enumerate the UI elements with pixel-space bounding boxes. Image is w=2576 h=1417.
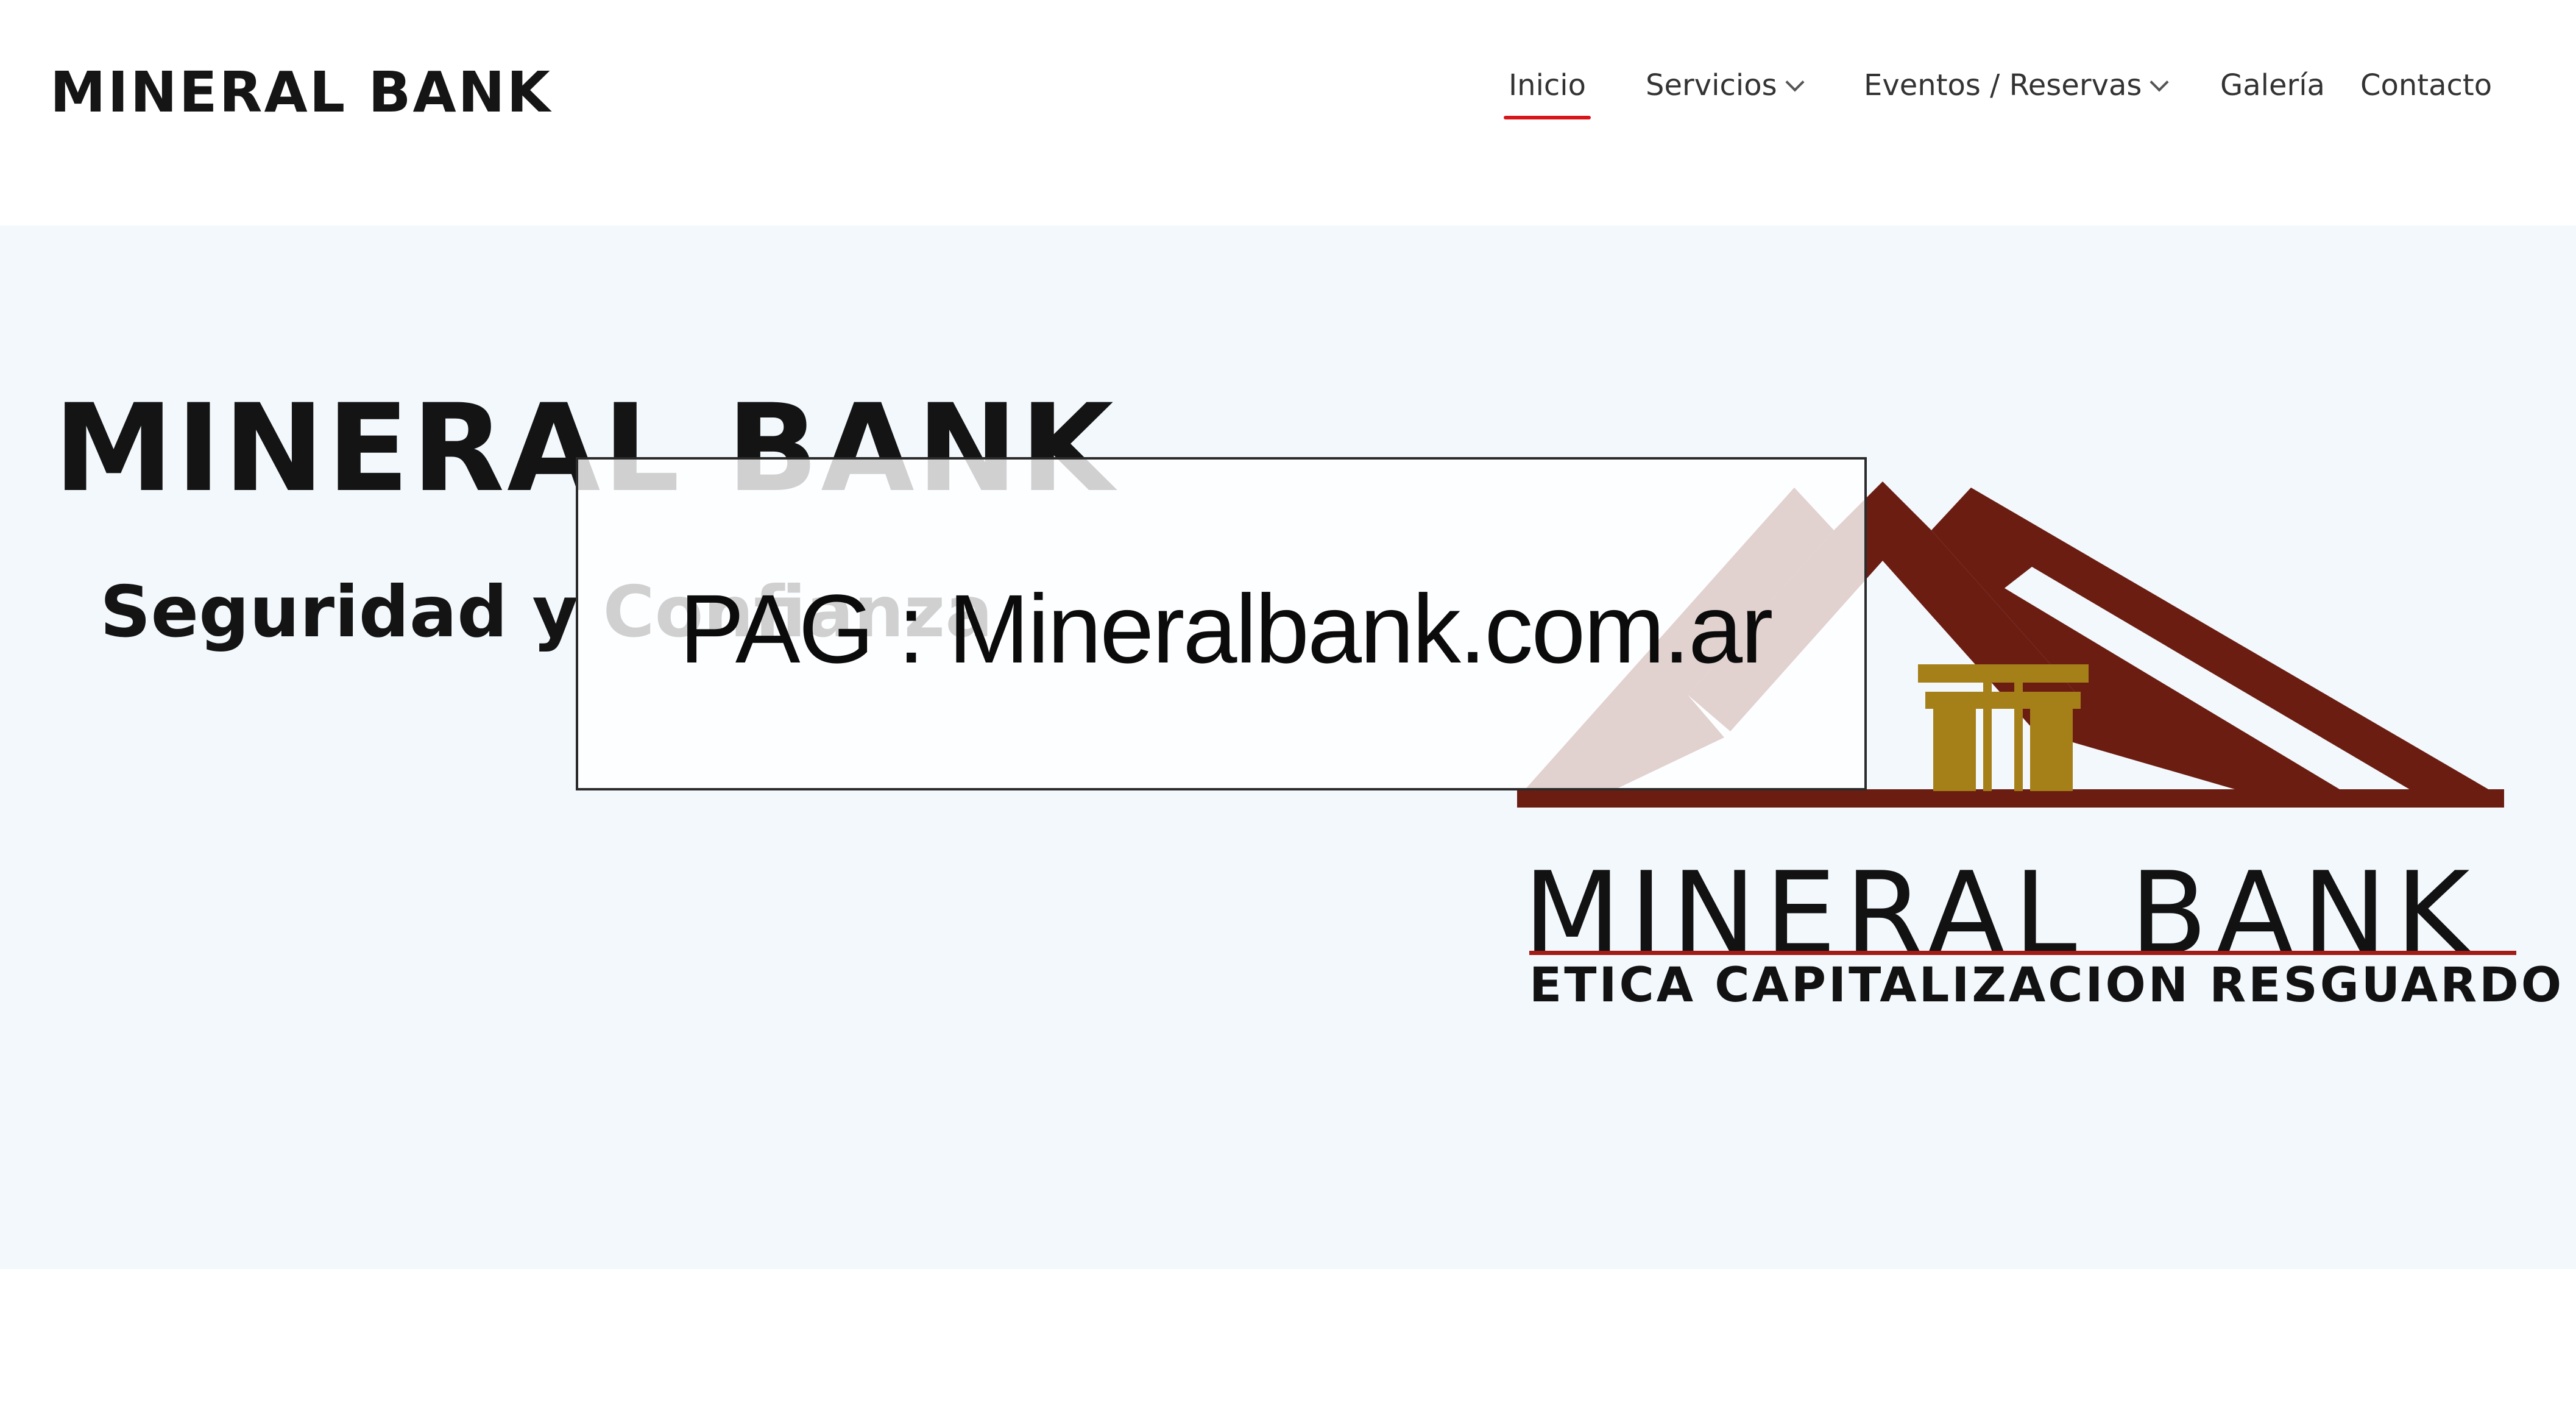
nav-item-contacto[interactable]: Contacto <box>2360 61 2492 116</box>
logo-divider <box>1529 951 2516 955</box>
overlay-annotation-text: PAG : Mineralbank.com.ar <box>679 574 1773 683</box>
chevron-down-icon <box>1785 73 1805 92</box>
page: MINERAL BANK Inicio Servicios Eventos / … <box>0 0 2576 1417</box>
chevron-down-icon <box>2150 73 2169 92</box>
nav-item-label: Galería <box>2220 68 2325 102</box>
page-bottom-area <box>0 1269 2576 1417</box>
nav-item-servicios[interactable]: Servicios <box>1646 61 1805 116</box>
nav-item-label: Eventos / Reservas <box>1864 68 2142 102</box>
nav-item-eventos-reservas[interactable]: Eventos / Reservas <box>1864 61 2169 116</box>
site-brand[interactable]: MINERAL BANK <box>50 60 552 125</box>
nav-item-label: Inicio <box>1509 68 1587 102</box>
logo-tagline: ETICA CAPITALIZACION RESGUARDO <box>1529 958 2564 1013</box>
site-header: MINERAL BANK Inicio Servicios Eventos / … <box>0 0 2576 226</box>
nav-item-galeria[interactable]: Galería <box>2220 61 2325 116</box>
nav-item-inicio[interactable]: Inicio <box>1503 61 1591 119</box>
nav-item-label: Contacto <box>2360 68 2493 102</box>
nav-item-label: Servicios <box>1646 68 1777 102</box>
